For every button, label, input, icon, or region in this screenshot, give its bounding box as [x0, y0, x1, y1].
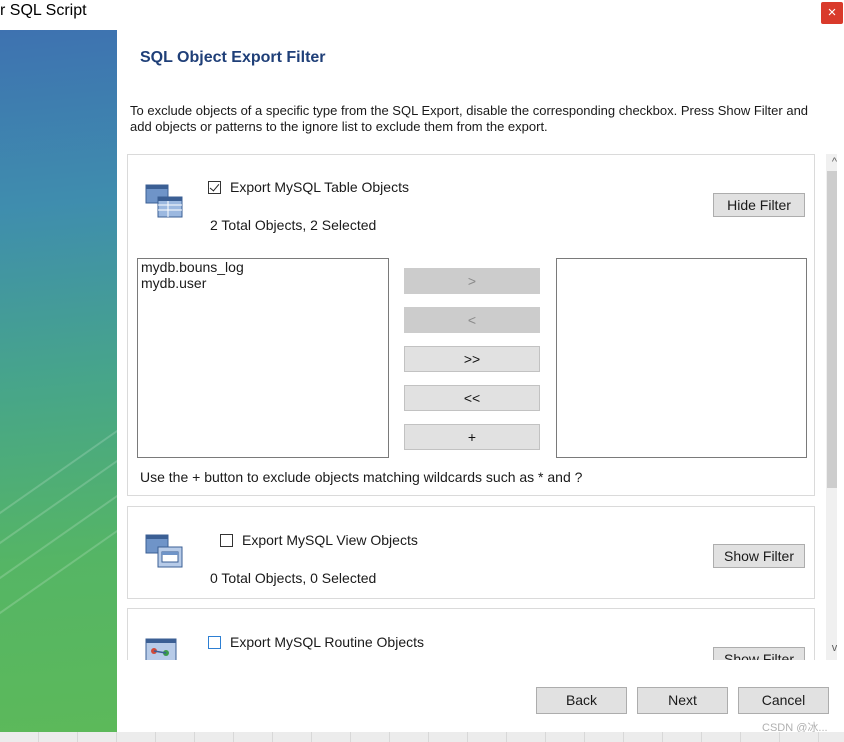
title-bar: r SQL Script ×: [0, 0, 844, 30]
sidebar-decoration: [0, 466, 117, 606]
scroll-down-icon[interactable]: v: [826, 640, 837, 657]
export-tables-checkbox[interactable]: [208, 181, 221, 194]
excluded-objects-list[interactable]: [556, 258, 807, 458]
show-filter-routines-button[interactable]: Show Filter: [713, 647, 805, 660]
scrollbar-thumb[interactable]: [827, 171, 837, 488]
views-count-text: 0 Total Objects, 0 Selected: [210, 570, 377, 586]
page-title: SQL Object Export Filter: [140, 49, 326, 66]
view-objects-icon: [145, 534, 183, 568]
next-button[interactable]: Next: [637, 687, 728, 714]
wizard-sidebar: [0, 30, 117, 732]
page-description: To exclude objects of a specific type fr…: [130, 103, 809, 134]
background-strip: [0, 732, 844, 742]
hide-filter-button[interactable]: Hide Filter: [713, 193, 805, 217]
scroll-up-icon[interactable]: ^: [826, 154, 837, 171]
export-views-label: Export MySQL View Objects: [242, 532, 418, 548]
move-left-button[interactable]: <: [404, 307, 540, 333]
list-item[interactable]: mydb.user: [138, 275, 388, 291]
wizard-content: SQL Object Export Filter To exclude obje…: [117, 30, 844, 734]
list-item[interactable]: mydb.bouns_log: [138, 259, 388, 275]
table-objects-panel: Export MySQL Table Objects 2 Total Objec…: [127, 154, 815, 496]
cancel-button[interactable]: Cancel: [738, 687, 829, 714]
routine-objects-panel: Export MySQL Routine Objects Show Filter: [127, 608, 815, 660]
available-objects-list[interactable]: mydb.bouns_log mydb.user: [137, 258, 389, 458]
close-icon: ×: [827, 4, 837, 21]
back-button[interactable]: Back: [536, 687, 627, 714]
move-right-button[interactable]: >: [404, 268, 540, 294]
tables-count-text: 2 Total Objects, 2 Selected: [210, 217, 377, 233]
close-button[interactable]: ×: [821, 2, 843, 24]
add-pattern-button[interactable]: +: [404, 424, 540, 450]
export-views-checkbox[interactable]: [220, 534, 233, 547]
window-title: r SQL Script: [0, 2, 87, 19]
export-routines-label: Export MySQL Routine Objects: [230, 634, 425, 650]
wildcard-hint: Use the + button to exclude objects matc…: [140, 469, 583, 485]
show-filter-views-button[interactable]: Show Filter: [713, 544, 805, 568]
filter-scroll-area[interactable]: Export MySQL Table Objects 2 Total Objec…: [127, 154, 837, 660]
sidebar-decoration: [0, 501, 117, 641]
export-tables-label: Export MySQL Table Objects: [230, 179, 409, 195]
view-objects-panel: Export MySQL View Objects 0 Total Object…: [127, 506, 815, 599]
routine-objects-icon: [145, 638, 177, 660]
export-routines-checkbox[interactable]: [208, 636, 221, 649]
move-all-left-button[interactable]: <<: [404, 385, 540, 411]
move-all-right-button[interactable]: >>: [404, 346, 540, 372]
vertical-scrollbar[interactable]: ^ v: [826, 154, 837, 660]
table-objects-icon: [145, 184, 183, 218]
